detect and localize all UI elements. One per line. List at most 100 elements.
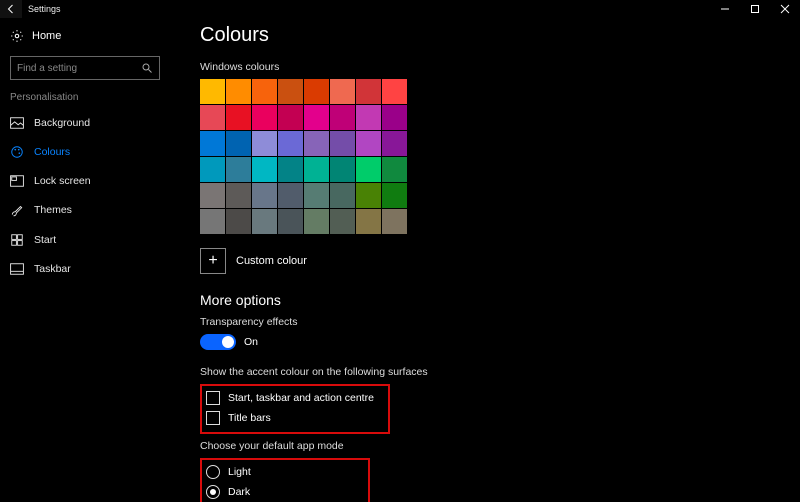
main-content: Colours Windows colours + Custom colour … (170, 18, 800, 502)
radio-label: Dark (228, 486, 250, 498)
search-icon (141, 62, 153, 74)
palette-icon (10, 145, 24, 159)
sidebar-item-label: Themes (34, 204, 72, 216)
colour-swatch[interactable] (200, 79, 225, 104)
colour-swatch[interactable] (252, 105, 277, 130)
colour-swatch[interactable] (356, 79, 381, 104)
colour-swatch[interactable] (330, 209, 355, 234)
colour-swatch[interactable] (200, 131, 225, 156)
colour-swatch-grid (200, 79, 780, 234)
colour-swatch[interactable] (356, 183, 381, 208)
checkbox-title-bars[interactable]: Title bars (204, 408, 382, 428)
colour-swatch[interactable] (278, 79, 303, 104)
colour-swatch[interactable] (382, 105, 407, 130)
checkbox-label: Start, taskbar and action centre (228, 392, 374, 404)
radio-light[interactable]: Light (204, 462, 362, 482)
radio-label: Light (228, 466, 251, 478)
transparency-state: On (244, 336, 258, 348)
sidebar-item-label: Taskbar (34, 263, 71, 275)
windows-colours-label: Windows colours (200, 61, 780, 73)
page-title: Colours (200, 24, 780, 47)
colour-swatch[interactable] (382, 157, 407, 182)
back-button[interactable] (0, 0, 22, 18)
colour-swatch[interactable] (330, 183, 355, 208)
colour-swatch[interactable] (252, 183, 277, 208)
sidebar-item-colours[interactable]: Colours (0, 139, 170, 165)
title-bar: Settings (0, 0, 800, 18)
colour-swatch[interactable] (356, 131, 381, 156)
sidebar-item-background[interactable]: Background (0, 111, 170, 135)
checkbox-start-taskbar[interactable]: Start, taskbar and action centre (204, 388, 382, 408)
annotation-box-accent: Start, taskbar and action centre Title b… (200, 384, 390, 434)
colour-swatch[interactable] (278, 157, 303, 182)
colour-swatch[interactable] (200, 183, 225, 208)
colour-swatch[interactable] (304, 105, 329, 130)
sidebar-item-label: Lock screen (34, 175, 91, 187)
colour-swatch[interactable] (356, 105, 381, 130)
checkbox-icon (206, 411, 220, 425)
colour-swatch[interactable] (304, 131, 329, 156)
colour-swatch[interactable] (252, 79, 277, 104)
close-button[interactable] (770, 0, 800, 18)
sidebar-item-start[interactable]: Start (0, 227, 170, 253)
radio-dark[interactable]: Dark (204, 482, 362, 502)
colour-swatch[interactable] (252, 209, 277, 234)
colour-swatch[interactable] (278, 105, 303, 130)
transparency-toggle[interactable] (200, 334, 236, 350)
sidebar-item-themes[interactable]: Themes (0, 197, 170, 223)
colour-swatch[interactable] (330, 79, 355, 104)
colour-swatch[interactable] (330, 105, 355, 130)
radio-icon (206, 465, 220, 479)
sidebar-item-taskbar[interactable]: Taskbar (0, 257, 170, 281)
start-icon (10, 233, 24, 247)
colour-swatch[interactable] (226, 183, 251, 208)
sidebar-home[interactable]: Home (0, 24, 170, 48)
colour-swatch[interactable] (226, 131, 251, 156)
colour-swatch[interactable] (226, 157, 251, 182)
custom-colour-row[interactable]: + Custom colour (200, 248, 780, 274)
brush-icon (10, 203, 24, 217)
colour-swatch[interactable] (226, 105, 251, 130)
colour-swatch[interactable] (304, 79, 329, 104)
radio-icon (206, 485, 220, 499)
colour-swatch[interactable] (356, 209, 381, 234)
colour-swatch[interactable] (330, 157, 355, 182)
colour-swatch[interactable] (278, 131, 303, 156)
colour-swatch[interactable] (382, 79, 407, 104)
colour-swatch[interactable] (304, 209, 329, 234)
colour-swatch[interactable] (382, 131, 407, 156)
window-controls (710, 0, 800, 18)
custom-colour-label: Custom colour (236, 255, 307, 267)
accent-surfaces-label: Show the accent colour on the following … (200, 366, 780, 378)
sidebar-item-lock-screen[interactable]: Lock screen (0, 169, 170, 193)
colour-swatch[interactable] (356, 157, 381, 182)
sidebar-section-heading: Personalisation (0, 88, 170, 111)
colour-swatch[interactable] (304, 183, 329, 208)
search-box[interactable] (10, 56, 160, 80)
colour-swatch[interactable] (200, 105, 225, 130)
colour-swatch[interactable] (278, 183, 303, 208)
sidebar-home-label: Home (32, 30, 61, 42)
colour-swatch[interactable] (382, 183, 407, 208)
colour-swatch[interactable] (252, 131, 277, 156)
gear-icon (10, 29, 24, 43)
colour-swatch[interactable] (382, 209, 407, 234)
maximize-button[interactable] (740, 0, 770, 18)
app-mode-label: Choose your default app mode (200, 440, 780, 452)
minimize-button[interactable] (710, 0, 740, 18)
colour-swatch[interactable] (304, 157, 329, 182)
sidebar-item-label: Colours (34, 146, 70, 158)
transparency-label: Transparency effects (200, 316, 780, 328)
colour-swatch[interactable] (200, 157, 225, 182)
colour-swatch[interactable] (252, 157, 277, 182)
colour-swatch[interactable] (330, 131, 355, 156)
search-input[interactable] (17, 63, 137, 74)
colour-swatch[interactable] (200, 209, 225, 234)
taskbar-icon (10, 263, 24, 275)
colour-swatch[interactable] (278, 209, 303, 234)
colour-swatch[interactable] (226, 79, 251, 104)
plus-icon[interactable]: + (200, 248, 226, 274)
colour-swatch[interactable] (226, 209, 251, 234)
sidebar-item-label: Start (34, 234, 56, 246)
more-options-heading: More options (200, 292, 780, 308)
